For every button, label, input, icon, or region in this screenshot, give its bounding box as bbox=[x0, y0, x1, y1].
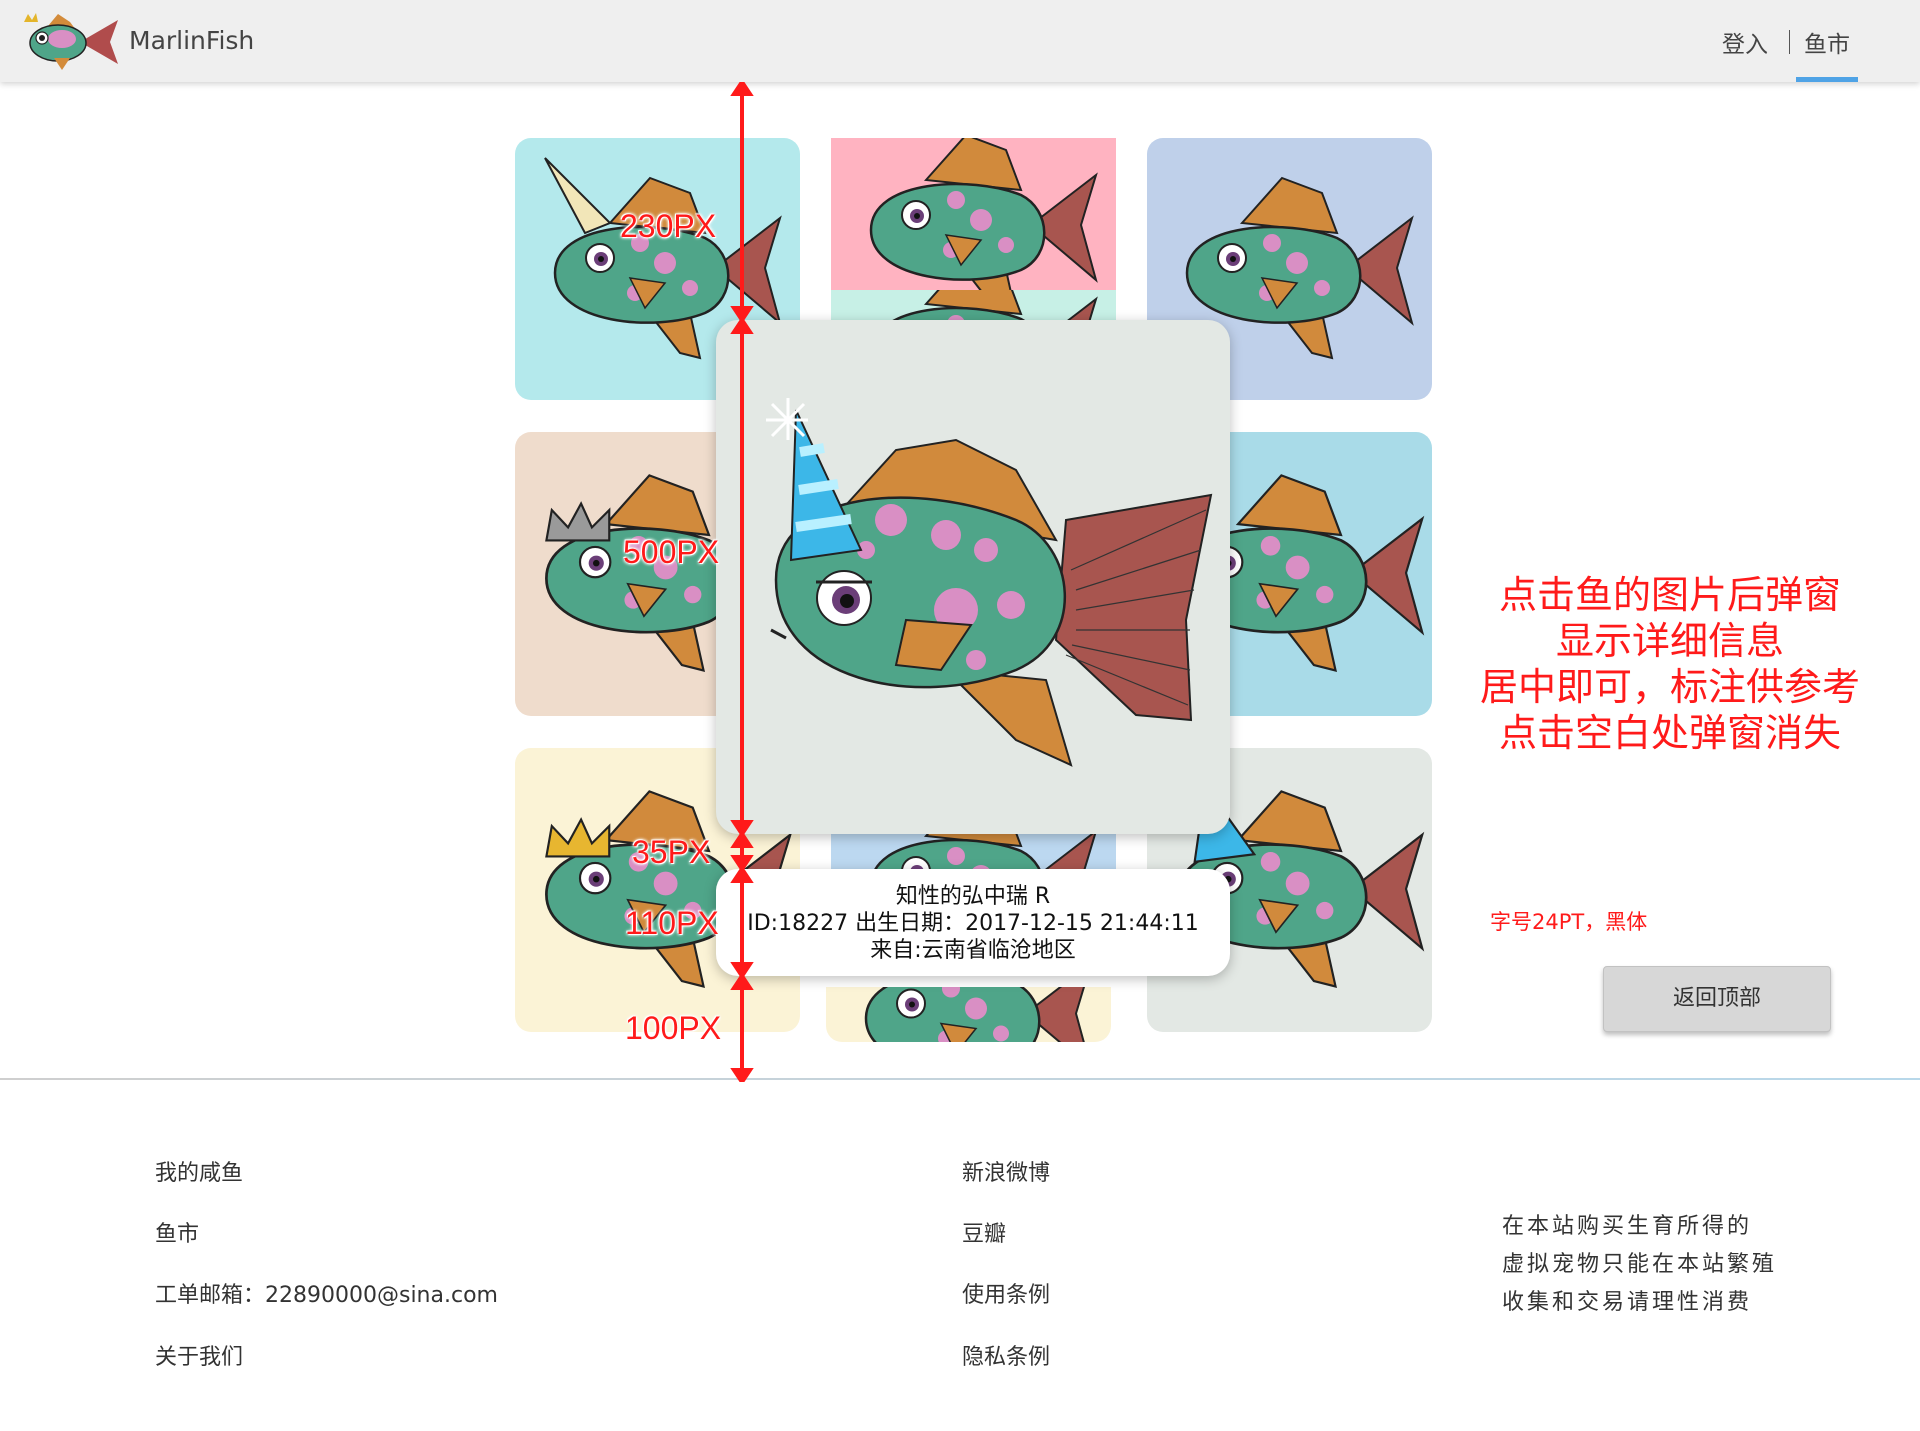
nav-login-link[interactable]: 登入 bbox=[1722, 25, 1768, 59]
popup-annotation-note: 点击鱼的图片后弹窗 显示详细信息 居中即可，标注供参考 点击空白处弹窗消失 bbox=[1440, 572, 1900, 756]
dimension-arrows bbox=[730, 82, 754, 1082]
dim-label-top: 230PX bbox=[620, 208, 717, 244]
nav-market-link[interactable]: 鱼市 bbox=[1804, 25, 1850, 59]
fish-icon bbox=[864, 987, 1085, 1042]
logo-fish-icon[interactable] bbox=[18, 12, 122, 72]
footer-divider bbox=[0, 1078, 1920, 1080]
party-fish-icon bbox=[766, 398, 1213, 767]
footer-link-about[interactable]: 关于我们 bbox=[155, 1339, 243, 1371]
footer-link-my-fish[interactable]: 我的咸鱼 bbox=[155, 1155, 243, 1187]
dim-label-info: 110PX bbox=[625, 905, 719, 941]
footer-link-douban[interactable]: 豆瓣 bbox=[962, 1216, 1006, 1248]
footer-support-email: 工单邮箱：22890000@sina.com bbox=[155, 1283, 498, 1308]
top-header: MarlinFish 登入 鱼市 bbox=[0, 0, 1920, 82]
fish-id-birth: ID:18227 出生日期：2017-12-15 21:44:11 bbox=[747, 911, 1199, 936]
dim-label-bottom: 100PX bbox=[625, 1010, 722, 1046]
brand-name[interactable]: MarlinFish bbox=[129, 26, 254, 55]
back-to-top-button[interactable]: 返回顶部 bbox=[1603, 966, 1831, 1032]
fish-name: 知性的弘中瑞 R bbox=[895, 884, 1051, 909]
footer-link-weibo[interactable]: 新浪微博 bbox=[962, 1155, 1050, 1187]
footer-link-privacy[interactable]: 隐私条例 bbox=[962, 1339, 1050, 1371]
fish-card[interactable] bbox=[831, 138, 1116, 314]
slogan-line-1: 在本站购买生育所得的 bbox=[1502, 1214, 1753, 1239]
fish-detail-info: 知性的弘中瑞 R ID:18227 出生日期：2017-12-15 21:44:… bbox=[716, 869, 1230, 976]
nav-active-indicator bbox=[1796, 77, 1858, 82]
slogan-line-3: 收集和交易请理性消费 bbox=[1502, 1290, 1753, 1315]
dim-label-gap: 35PX bbox=[632, 834, 711, 870]
note-line-4: 点击空白处弹窗消失 bbox=[1498, 711, 1841, 755]
fish-origin: 来自:云南省临沧地区 bbox=[870, 938, 1076, 963]
nav-separator bbox=[1789, 30, 1790, 54]
fish-card[interactable] bbox=[826, 987, 1111, 1042]
footer-link-terms[interactable]: 使用条例 bbox=[962, 1277, 1050, 1309]
footer-link-market[interactable]: 鱼市 bbox=[155, 1216, 199, 1248]
fish-icon bbox=[869, 138, 1098, 314]
slogan-line-2: 虚拟宠物只能在本站繁殖 bbox=[1502, 1252, 1778, 1277]
note-line-1: 点击鱼的图片后弹窗 bbox=[1498, 573, 1841, 617]
note-line-3: 居中即可，标注供参考 bbox=[1479, 665, 1860, 709]
font-size-note: 字号24PT，黑体 bbox=[1490, 910, 1648, 934]
footer-slogan: 在本站购买生育所得的 虚拟宠物只能在本站繁殖 收集和交易请理性消费 bbox=[1502, 1208, 1777, 1322]
note-line-2: 显示详细信息 bbox=[1555, 619, 1784, 663]
dim-label-image: 500PX bbox=[623, 534, 720, 570]
fish-detail-image[interactable] bbox=[716, 320, 1230, 834]
